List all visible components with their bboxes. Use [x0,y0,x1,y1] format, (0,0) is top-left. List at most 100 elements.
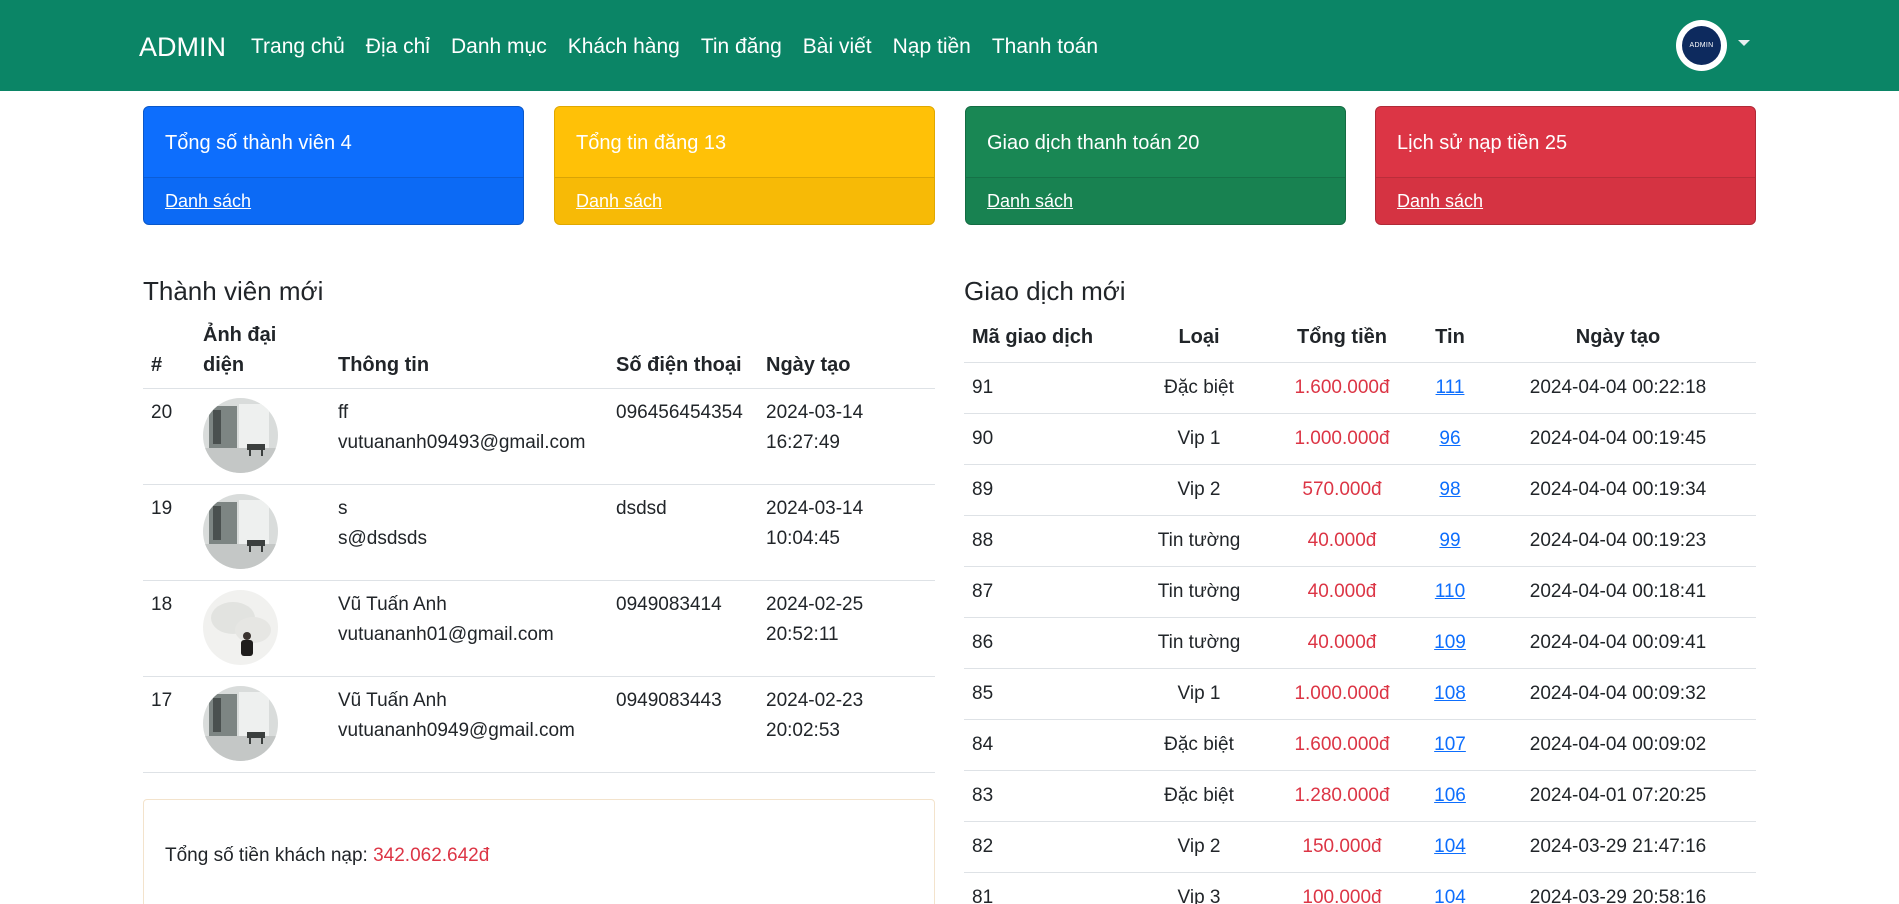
tx-type: Tin tường [1134,566,1264,618]
tx-type: Vip 2 [1134,821,1264,873]
topup-total-label: Tổng số tiền khách nạp: [165,845,368,866]
tx-post-link[interactable]: 96 [1439,428,1460,449]
tx-date: 2024-04-04 00:19:34 [1480,464,1756,516]
tx-date: 2024-04-04 00:09:32 [1480,668,1756,720]
col-header-info: Thông tin [330,320,608,389]
col-header-post: Tin [1420,320,1480,363]
members-section-title: Thành viên mới [143,276,324,306]
tx-amount: 100.000đ [1264,872,1420,904]
tx-post-link[interactable]: 99 [1439,530,1460,551]
member-phone: 0949083443 [608,676,758,773]
tx-date: 2024-03-29 20:58:16 [1480,872,1756,904]
table-row: 85 Vip 1 1.000.000đ 108 2024-04-04 00:09:32 [964,668,1756,720]
member-email: s@dsdsds [338,528,427,549]
col-header-avatar: Ảnh đại diện [195,320,330,389]
member-photo [203,494,278,569]
card-title: Lịch sử nạp tiền 25 [1376,107,1755,178]
table-row: 17 Vũ Tuấn Anh vutuananh0949@gmail.com 09… [143,676,935,773]
stat-cards: Tổng số thành viên 4 Danh sách Tổng tin … [143,106,1757,225]
member-photo [203,398,278,473]
tx-type: Tin tường [1134,515,1264,567]
tx-id: 82 [964,821,1134,873]
tx-date: 2024-04-04 00:19:23 [1480,515,1756,567]
nav-menu: Trang chủ Địa chỉ Danh mục Khách hàng Ti… [251,33,1119,61]
member-time: 20:52:11 [766,624,839,645]
tx-type: Tin tường [1134,617,1264,669]
member-name: s [338,498,348,519]
nav-link-tin-dang[interactable]: Tin đăng [701,33,782,61]
members-table-wrap: # Ảnh đại diện Thông tin Số điện thoại N… [143,320,935,773]
member-name: Vũ Tuấn Anh [338,690,447,711]
tx-id: 88 [964,515,1134,567]
tx-amount: 1.600.000đ [1264,362,1420,414]
tx-post-link[interactable]: 111 [1436,377,1465,398]
card-payments-link[interactable]: Danh sách [987,191,1073,211]
member-id: 20 [143,388,195,485]
tx-date: 2024-04-04 00:09:41 [1480,617,1756,669]
table-row: 89 Vip 2 570.000đ 98 2024-04-04 00:19:34 [964,464,1756,516]
tx-date: 2024-04-04 00:19:45 [1480,413,1756,465]
top-navbar: ADMIN Trang chủ Địa chỉ Danh mục Khách h… [0,0,1899,91]
table-row: 87 Tin tường 40.000đ 110 2024-04-04 00:18:41 [964,566,1756,618]
members-table: # Ảnh đại diện Thông tin Số điện thoại N… [143,320,935,773]
member-photo [203,590,278,665]
nav-link-dia-chi[interactable]: Địa chỉ [366,33,430,61]
tx-date: 2024-04-01 07:20:25 [1480,770,1756,822]
col-header-type: Loại [1134,320,1264,363]
nav-link-thanh-toan[interactable]: Thanh toán [992,33,1098,61]
member-time: 10:04:45 [766,528,840,549]
tx-post-link[interactable]: 108 [1434,683,1466,704]
card-posts: Tổng tin đăng 13 Danh sách [554,106,935,225]
member-date: 2024-02-23 [766,690,864,711]
avatar-logo: ADMIN [1682,26,1721,65]
card-title: Giao dịch thanh toán 20 [966,107,1345,178]
nav-link-danh-muc[interactable]: Danh mục [451,33,547,61]
tx-type: Vip 1 [1134,413,1264,465]
member-email: vutuananh0949@gmail.com [338,720,575,741]
member-date: 2024-03-14 [766,498,864,519]
table-row: 88 Tin tường 40.000đ 99 2024-04-04 00:19:23 [964,515,1756,567]
brand-logo[interactable]: ADMIN [139,30,226,64]
tx-post-link[interactable]: 110 [1435,581,1465,602]
col-header-created: Ngày tạo [758,320,935,389]
tx-post-link[interactable]: 109 [1434,632,1466,653]
col-header-tx-date: Ngày tạo [1480,320,1756,363]
tx-date: 2024-04-04 00:22:18 [1480,362,1756,414]
tx-type: Vip 2 [1134,464,1264,516]
user-avatar[interactable]: ADMIN [1676,20,1727,71]
tx-post-link[interactable]: 104 [1434,887,1466,904]
member-phone: 096456454354 [608,388,758,485]
member-phone: 0949083414 [608,580,758,677]
nav-link-khach-hang[interactable]: Khách hàng [568,33,680,61]
tx-amount: 1.280.000đ [1264,770,1420,822]
card-topups-link[interactable]: Danh sách [1397,191,1483,211]
tx-post-link[interactable]: 104 [1434,836,1466,857]
member-email: vutuananh09493@gmail.com [338,432,586,453]
tx-id: 86 [964,617,1134,669]
nav-link-nap-tien[interactable]: Nạp tiền [893,33,971,61]
tx-type: Đặc biệt [1134,719,1264,771]
member-id: 19 [143,484,195,581]
tx-post-link[interactable]: 98 [1439,479,1460,500]
member-time: 16:27:49 [766,432,840,453]
tx-amount: 1.600.000đ [1264,719,1420,771]
tx-id: 87 [964,566,1134,618]
table-row: 82 Vip 2 150.000đ 104 2024-03-29 21:47:16 [964,821,1756,873]
tx-date: 2024-04-04 00:18:41 [1480,566,1756,618]
member-name: Vũ Tuấn Anh [338,594,447,615]
tx-amount: 150.000đ [1264,821,1420,873]
table-row: 20 ff vutuananh09493@gmail.com 0964564543… [143,388,935,485]
transactions-table: Mã giao dịch Loại Tổng tiền Tin Ngày tạo… [964,320,1756,904]
tx-type: Vip 1 [1134,668,1264,720]
card-posts-link[interactable]: Danh sách [576,191,662,211]
member-time: 20:02:53 [766,720,840,741]
card-members-link[interactable]: Danh sách [165,191,251,211]
nav-link-trang-chu[interactable]: Trang chủ [251,33,345,61]
table-row: 19 s s@dsdsds dsdsd 2024-03-14 10:04:45 [143,484,935,581]
tx-post-link[interactable]: 106 [1434,785,1466,806]
tx-post-link[interactable]: 107 [1434,734,1466,755]
tx-id: 89 [964,464,1134,516]
nav-link-bai-viet[interactable]: Bài viết [803,33,872,61]
col-header-amount: Tổng tiền [1264,320,1420,363]
dropdown-caret-icon[interactable] [1738,40,1750,46]
